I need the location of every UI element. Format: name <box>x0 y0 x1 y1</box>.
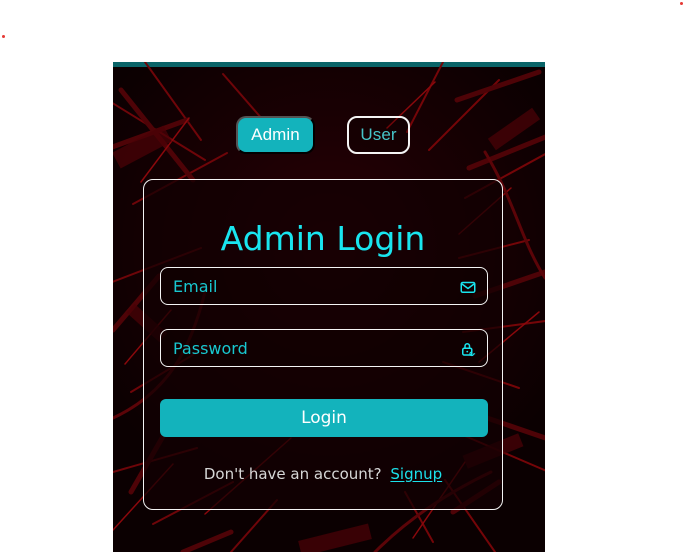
role-tabs: Admin User <box>236 116 411 154</box>
password-field[interactable] <box>160 329 488 367</box>
password-input[interactable] <box>173 330 448 366</box>
signup-link[interactable]: Signup <box>390 465 442 483</box>
user-tab[interactable]: User <box>347 116 410 154</box>
login-title: Admin Login <box>220 219 426 259</box>
lock-icon <box>462 343 476 357</box>
login-button[interactable]: Login <box>160 399 488 437</box>
signup-row: Don't have an account? Signup <box>144 464 502 484</box>
email-input[interactable] <box>173 268 448 304</box>
decorative-red-dot <box>2 35 5 38</box>
admin-tab[interactable]: Admin <box>236 116 315 154</box>
email-field[interactable] <box>160 267 488 305</box>
decorative-red-dot <box>680 2 683 5</box>
admin-login-card: Admin Login Login Don't hav <box>143 179 503 510</box>
login-page: Admin User Admin Login Email Login Don't… <box>0 0 684 552</box>
login-panel: Admin User Admin Login Email Login Don't… <box>113 62 545 552</box>
signup-prompt: Don't have an account? <box>203 465 382 483</box>
mail-icon <box>460 281 476 293</box>
